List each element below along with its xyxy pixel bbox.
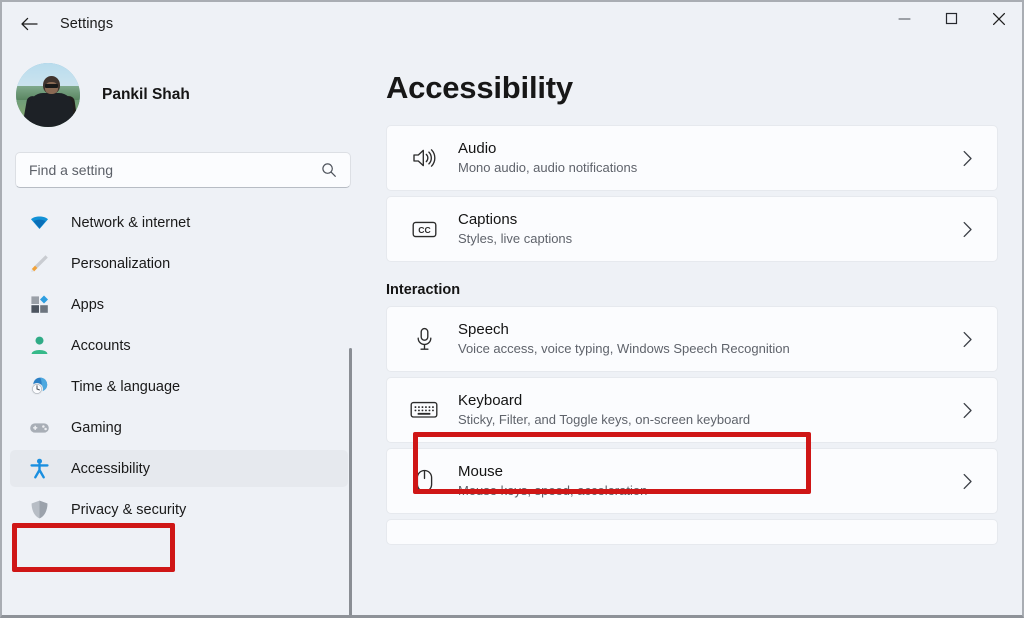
card-mouse[interactable]: Mouse Mouse keys, speed, acceleration xyxy=(386,448,998,514)
shield-icon xyxy=(28,499,50,521)
back-arrow-icon xyxy=(20,17,38,31)
sidebar-item-network-internet[interactable]: Network & internet xyxy=(10,204,348,241)
card-text: Keyboard Sticky, Filter, and Toggle keys… xyxy=(458,391,750,429)
closed-caption-icon: CC xyxy=(409,220,439,239)
chevron-right-icon[interactable] xyxy=(962,473,973,490)
sidebar-item-label: Time & language xyxy=(71,378,181,395)
sidebar-item-label: Apps xyxy=(71,296,105,313)
sidebar-item-label: Accessibility xyxy=(71,460,150,477)
card-audio[interactable]: Audio Mono audio, audio notifications xyxy=(386,125,998,191)
card-text: Audio Mono audio, audio notifications xyxy=(458,139,637,177)
card-text: Captions Styles, live captions xyxy=(458,210,572,248)
card-speech[interactable]: Speech Voice access, voice typing, Windo… xyxy=(386,306,998,372)
speaker-icon xyxy=(409,147,439,169)
gamepad-icon xyxy=(28,417,50,439)
chevron-right-icon[interactable] xyxy=(962,402,973,419)
card-subtitle: Mouse keys, speed, acceleration xyxy=(458,483,648,498)
wifi-icon xyxy=(28,212,50,234)
close-button[interactable] xyxy=(975,2,1022,35)
window-controls xyxy=(881,2,1022,46)
maximize-icon xyxy=(945,12,958,25)
sidebar-item-gaming[interactable]: Gaming xyxy=(10,409,348,446)
sidebar-item-label: Personalization xyxy=(71,255,171,272)
svg-text:CC: CC xyxy=(418,225,430,235)
chevron-right-icon[interactable] xyxy=(962,331,973,348)
accessibility-person-icon xyxy=(28,458,50,480)
sidebar: Pankil Shah Network & internet xyxy=(2,46,358,615)
avatar xyxy=(16,63,80,127)
sidebar-item-label: Accounts xyxy=(71,337,131,354)
page-title: Accessibility xyxy=(386,70,573,105)
card-text: Mouse Mouse keys, speed, acceleration xyxy=(458,462,647,500)
card-subtitle: Voice access, voice typing, Windows Spee… xyxy=(458,341,790,356)
sidebar-item-label: Privacy & security xyxy=(71,501,187,518)
sidebar-item-label: Network & internet xyxy=(71,214,191,231)
sidebar-item-personalization[interactable]: Personalization xyxy=(10,245,348,282)
title-bar: Settings xyxy=(2,2,1022,46)
card-subtitle: Mono audio, audio notifications xyxy=(458,160,638,175)
card-title: Keyboard xyxy=(458,392,523,409)
card-keyboard[interactable]: Keyboard Sticky, Filter, and Toggle keys… xyxy=(386,377,998,443)
card-title: Mouse xyxy=(458,463,504,480)
mouse-icon xyxy=(409,469,439,493)
sidebar-item-accessibility[interactable]: Accessibility xyxy=(10,450,348,487)
app-title: Settings xyxy=(60,16,114,32)
sidebar-item-time-language[interactable]: Time & language xyxy=(10,368,348,405)
apps-grid-icon xyxy=(28,294,50,316)
sidebar-item-label: Gaming xyxy=(71,419,122,436)
chevron-right-icon[interactable] xyxy=(962,221,973,238)
profile-section[interactable]: Pankil Shah xyxy=(16,63,358,127)
close-icon xyxy=(992,12,1005,25)
paintbrush-icon xyxy=(28,253,50,275)
main-content: Accessibility Audio Mono audio, audio no… xyxy=(358,46,1022,615)
sidebar-scrollbar[interactable] xyxy=(349,348,352,615)
chevron-right-icon[interactable] xyxy=(962,150,973,167)
sidebar-item-privacy-security[interactable]: Privacy & security xyxy=(10,491,348,528)
clock-globe-icon xyxy=(28,376,50,398)
card-next-partial[interactable] xyxy=(386,519,998,545)
card-title: Captions xyxy=(458,211,518,228)
minimize-button[interactable] xyxy=(881,2,928,35)
sidebar-nav: Network & internet Personalization Apps … xyxy=(2,204,358,528)
person-icon xyxy=(28,335,50,357)
card-subtitle: Styles, live captions xyxy=(458,231,573,246)
search-input[interactable] xyxy=(29,162,315,178)
section-heading-interaction: Interaction xyxy=(386,282,461,298)
card-title: Audio xyxy=(458,140,497,157)
sidebar-item-apps[interactable]: Apps xyxy=(10,286,348,323)
maximize-button[interactable] xyxy=(928,2,975,35)
settings-window: Settings Pankil Shah Find a setting Netw… xyxy=(0,0,1024,618)
card-title: Speech xyxy=(458,321,509,338)
card-text: Speech Voice access, voice typing, Windo… xyxy=(458,320,790,358)
card-captions[interactable]: CC Captions Styles, live captions xyxy=(386,196,998,262)
profile-name: Pankil Shah xyxy=(102,86,190,103)
minimize-icon xyxy=(898,17,911,20)
search-icon[interactable] xyxy=(321,162,337,178)
keyboard-icon xyxy=(409,400,439,420)
card-subtitle: Sticky, Filter, and Toggle keys, on-scre… xyxy=(458,412,751,427)
search-box[interactable] xyxy=(15,152,351,188)
sidebar-item-accounts[interactable]: Accounts xyxy=(10,327,348,364)
back-button[interactable] xyxy=(12,9,46,39)
microphone-icon xyxy=(409,327,439,351)
